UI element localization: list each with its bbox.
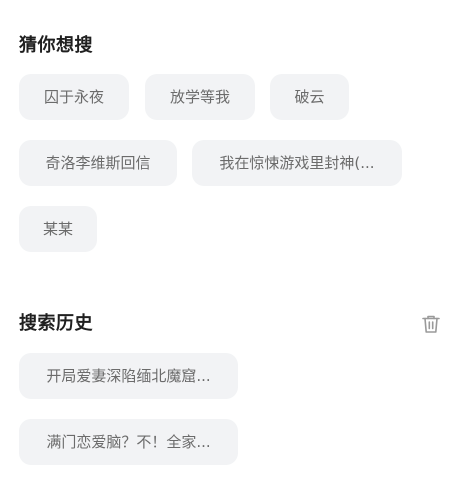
guess-chip[interactable]: 破云 — [270, 74, 349, 120]
guess-chip[interactable]: 放学等我 — [145, 74, 255, 120]
history-section-title: 搜索历史 — [19, 313, 93, 334]
guess-chip[interactable]: 囚于永夜 — [19, 74, 129, 120]
guess-chip[interactable]: 某某 — [19, 206, 97, 252]
guess-chip[interactable]: 奇洛李维斯回信 — [19, 140, 177, 186]
guess-section-title: 猜你想搜 — [19, 35, 93, 56]
clear-history-button[interactable] — [420, 313, 442, 335]
guess-chip[interactable]: 我在惊悚游戏里封神(... — [192, 140, 402, 186]
trash-icon — [422, 315, 440, 333]
history-chip[interactable]: 满门恋爱脑？不！全家... — [19, 419, 238, 465]
history-chip[interactable]: 开局爱妻深陷缅北魔窟... — [19, 353, 238, 399]
